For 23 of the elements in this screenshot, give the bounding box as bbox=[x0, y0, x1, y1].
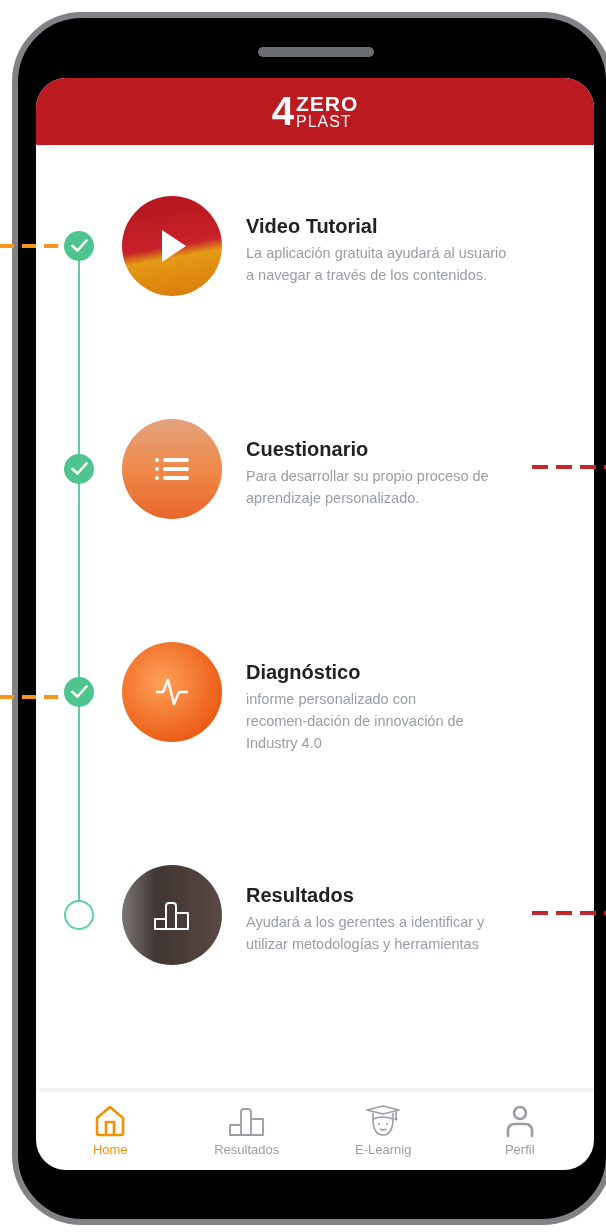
check-icon bbox=[70, 685, 88, 699]
logo-text: PLAST bbox=[295, 113, 353, 130]
person-icon bbox=[504, 1104, 535, 1139]
nav-tab[interactable]: Home bbox=[55, 1104, 166, 1158]
nav-tab[interactable]: Perfil bbox=[464, 1104, 575, 1158]
check-icon bbox=[70, 239, 88, 253]
check-icon bbox=[70, 462, 88, 476]
pulse-icon bbox=[155, 676, 189, 707]
step-title: Diagnóstico bbox=[246, 659, 362, 684]
step-title: Resultados bbox=[246, 882, 355, 907]
step-description: La aplicación gratuita ayudará al usuario a navegar a través de los contenidos. bbox=[246, 243, 507, 285]
logo-mark: 4 bbox=[271, 91, 294, 132]
nav-tab[interactable]: Resultados bbox=[191, 1104, 302, 1158]
step-title: Cuestionario bbox=[246, 436, 370, 461]
step-description: informe personalizado con recomen-dación de innovación de Industry 4.0 bbox=[246, 689, 464, 753]
step-description: Para desarrollar su propio proceso de aprendizaje personalizado. bbox=[246, 466, 489, 508]
list-icon bbox=[155, 456, 189, 481]
step-title: Video Tutorial bbox=[246, 213, 379, 238]
bar-chart-icon bbox=[154, 899, 190, 930]
graduate-icon bbox=[365, 1104, 402, 1139]
step-description: Ayudará a los gerentes a identificar y utilizar metodologías y herramientas bbox=[246, 912, 485, 954]
nav-tab[interactable]: E-Learnig bbox=[328, 1104, 439, 1158]
logo-text: ZERO bbox=[295, 92, 359, 114]
